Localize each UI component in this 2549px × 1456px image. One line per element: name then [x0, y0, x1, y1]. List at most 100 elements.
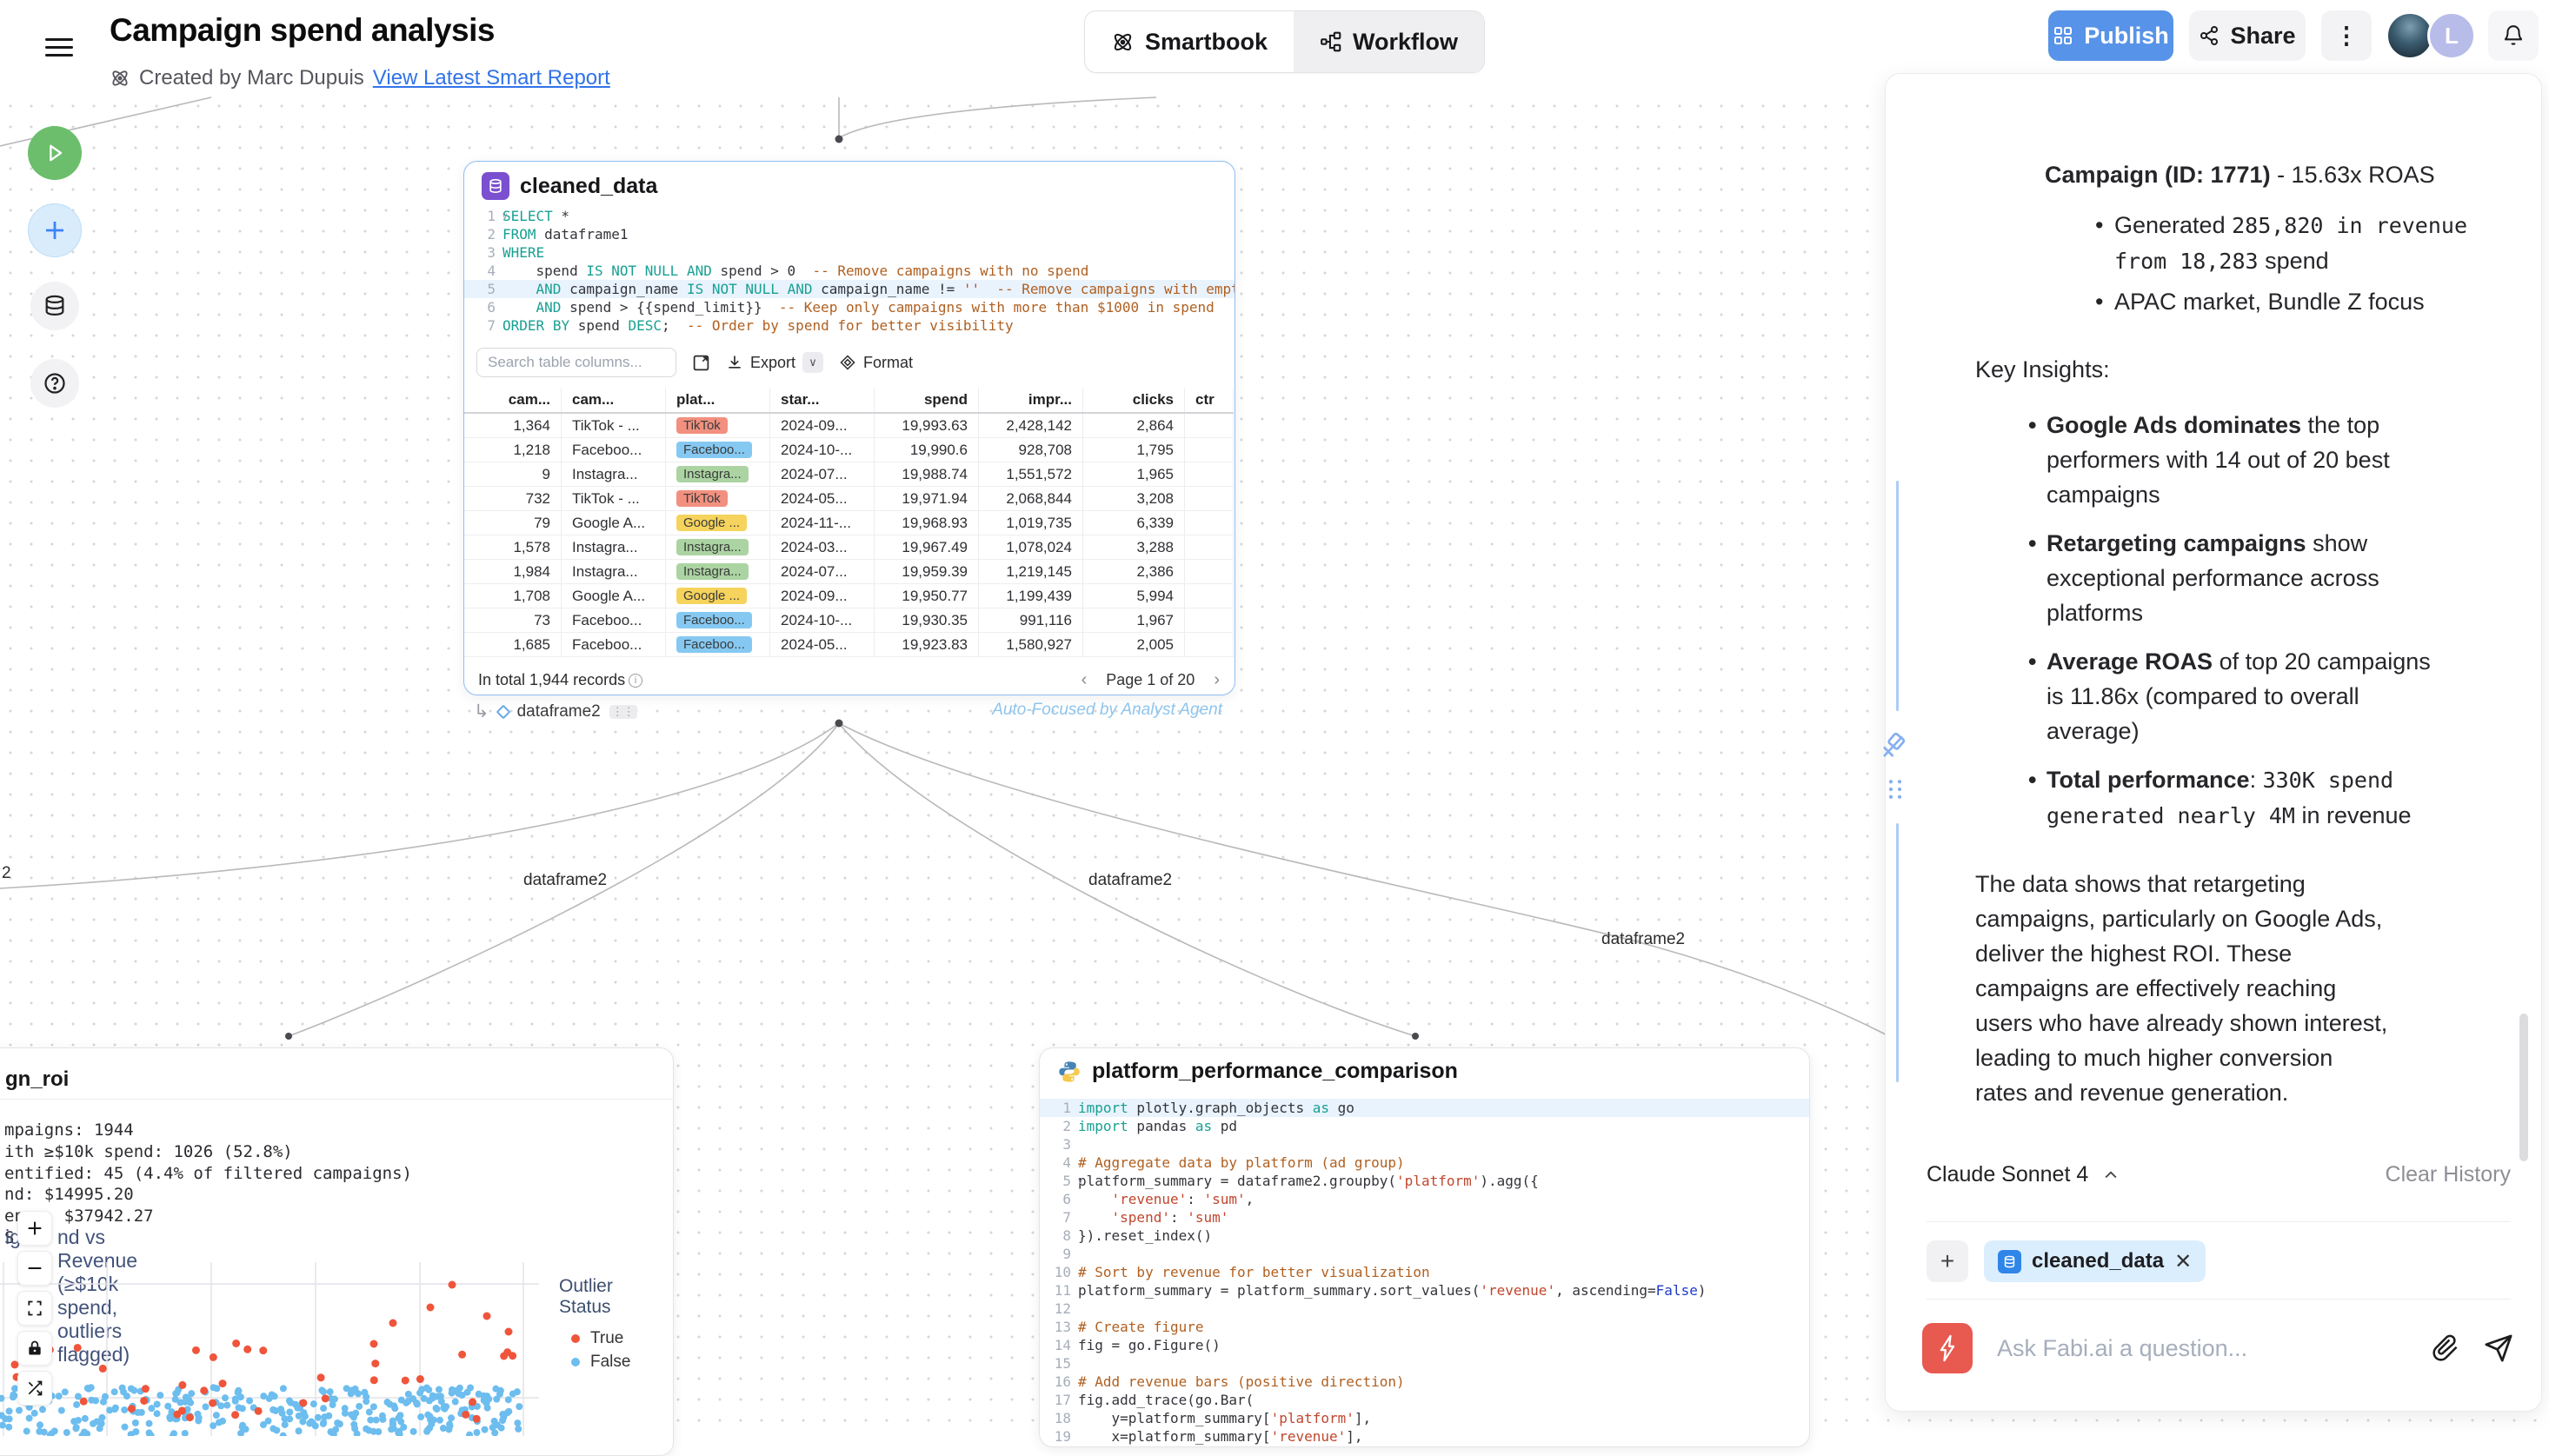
menu-icon[interactable]: [45, 38, 73, 59]
attachment-icon[interactable]: [2432, 1334, 2459, 1362]
code-line[interactable]: 3: [1040, 1135, 1809, 1153]
column-header[interactable]: ctr: [1185, 388, 1234, 412]
code-line[interactable]: 18 y=platform_summary['platform'],: [1040, 1409, 1809, 1427]
code-line[interactable]: 6 AND spend > {{spend_limit}} -- Keep on…: [464, 298, 1235, 316]
code-line[interactable]: 9: [1040, 1245, 1809, 1263]
code-line[interactable]: 1import plotly.graph_objects as go: [1040, 1099, 1809, 1117]
clear-history-button[interactable]: Clear History: [2386, 1162, 2511, 1187]
table-cell: 9: [464, 462, 562, 486]
code-line[interactable]: 14fig = go.Figure(): [1040, 1336, 1809, 1354]
publish-button[interactable]: Publish: [2048, 10, 2173, 61]
table-cell: TikTok: [666, 414, 770, 437]
scatter-point: [473, 1415, 481, 1423]
more-options-button[interactable]: ⋮: [2321, 10, 2372, 61]
code-line[interactable]: 2FROM dataframe1: [464, 225, 1235, 243]
node-cleaned-data[interactable]: cleaned_data 1∨SELECT *2FROM dataframe13…: [463, 161, 1235, 695]
code-line[interactable]: 7ORDER BY spend DESC; -- Order by spend …: [464, 316, 1235, 335]
code-line[interactable]: 5∨platform_summary = dataframe2.groupby(…: [1040, 1172, 1809, 1190]
code-line[interactable]: 15: [1040, 1354, 1809, 1373]
table-cell: 1,019,735: [979, 511, 1083, 535]
code-line[interactable]: 11platform_summary = platform_summary.so…: [1040, 1281, 1809, 1300]
expand-table-button[interactable]: [692, 354, 710, 372]
scatter-point: [70, 1418, 77, 1425]
code-line[interactable]: 16# Add revenue bars (positive direction…: [1040, 1373, 1809, 1391]
column-header[interactable]: cam...: [464, 388, 562, 412]
scatter-point: [299, 1418, 306, 1425]
table-row[interactable]: 1,685Faceboo...Faceboo...2024-05...19,92…: [464, 633, 1234, 657]
node-header[interactable]: platform_performance_comparison: [1057, 1059, 1458, 1084]
column-header[interactable]: spend: [875, 388, 979, 412]
lock-button[interactable]: [17, 1331, 52, 1366]
run-workflow-button[interactable]: [28, 126, 82, 180]
tab-workflow[interactable]: Workflow: [1294, 11, 1484, 72]
share-button[interactable]: Share: [2189, 10, 2306, 61]
send-icon[interactable]: [2484, 1333, 2513, 1363]
table-row[interactable]: 1,218Faceboo...Faceboo...2024-10-...19,9…: [464, 438, 1234, 462]
zoom-out-button[interactable]: [17, 1251, 52, 1286]
zoom-in-button[interactable]: [17, 1211, 52, 1246]
data-sources-button[interactable]: [30, 282, 79, 330]
ask-question-input[interactable]: [1997, 1335, 2407, 1362]
next-page-button[interactable]: ›: [1214, 670, 1220, 690]
shuffle-layout-button[interactable]: [17, 1371, 52, 1406]
table-row[interactable]: 1,708Google A...Google ...2024-09...19,9…: [464, 584, 1234, 608]
unpin-icon[interactable]: [1879, 730, 1910, 761]
code-line[interactable]: 19 x=platform_summary['revenue'],: [1040, 1427, 1809, 1446]
code-line[interactable]: 2import pandas as pd: [1040, 1117, 1809, 1135]
export-options-chevron[interactable]: ∨: [802, 352, 823, 373]
table-row[interactable]: 1,364TikTok - ...TikTok2024-09...19,993.…: [464, 414, 1234, 438]
code-line[interactable]: 4# Aggregate data by platform (ad group): [1040, 1153, 1809, 1172]
table-row[interactable]: 732TikTok - ...TikTok2024-05...19,971.94…: [464, 487, 1234, 511]
table-row[interactable]: 73Faceboo...Faceboo...2024-10-...19,930.…: [464, 608, 1234, 633]
scrollbar-thumb[interactable]: [2519, 1014, 2528, 1161]
table-row[interactable]: 9Instagra...Instagra...2024-07...19,988.…: [464, 462, 1234, 487]
result-table[interactable]: cam...cam...plat...star...spendimpr...cl…: [464, 388, 1234, 657]
add-context-button[interactable]: +: [1927, 1240, 1968, 1282]
code-line[interactable]: 8}).reset_index(): [1040, 1227, 1809, 1245]
column-header[interactable]: impr...: [979, 388, 1083, 412]
code-line[interactable]: 4 spend IS NOT NULL AND spend > 0 -- Rem…: [464, 262, 1235, 280]
platform-badge: Instagra...: [676, 563, 749, 580]
prev-page-button[interactable]: ‹: [1081, 670, 1088, 690]
notifications-button[interactable]: [2488, 10, 2539, 61]
code-line[interactable]: 3WHERE: [464, 243, 1235, 262]
scatter-point: [452, 1399, 459, 1406]
table-row[interactable]: 79Google A...Google ...2024-11-...19,968…: [464, 511, 1234, 535]
table-row[interactable]: 1,984Instagra...Instagra...2024-07...19,…: [464, 560, 1234, 584]
table-row[interactable]: 1,578Instagra...Instagra...2024-03...19,…: [464, 535, 1234, 560]
code-line[interactable]: 17fig.add_trace(go.Bar(: [1040, 1391, 1809, 1409]
code-line[interactable]: 5 AND campaign_name IS NOT NULL AND camp…: [464, 280, 1235, 298]
drag-handle[interactable]: ⋮⋮: [609, 705, 637, 719]
search-input[interactable]: [476, 348, 676, 377]
smart-report-link[interactable]: View Latest Smart Report: [373, 66, 610, 90]
code-line[interactable]: 7 'spend': 'sum': [1040, 1208, 1809, 1227]
column-header[interactable]: clicks: [1083, 388, 1185, 412]
table-cell: Faceboo...: [666, 608, 770, 632]
avatar-initial[interactable]: L: [2427, 11, 2476, 60]
help-button[interactable]: [30, 359, 79, 408]
node-header[interactable]: cleaned_data: [482, 172, 657, 200]
legend-item-false[interactable]: False: [559, 1350, 630, 1373]
tab-smartbook[interactable]: Smartbook: [1085, 11, 1294, 72]
remove-chip-icon[interactable]: ✕: [2174, 1249, 2192, 1274]
context-chip-cleaned-data[interactable]: cleaned_data ✕: [1984, 1240, 2206, 1282]
column-header[interactable]: plat...: [666, 388, 770, 412]
python-editor[interactable]: 1import plotly.graph_objects as go2impor…: [1040, 1099, 1809, 1446]
code-line[interactable]: 13# Create figure: [1040, 1318, 1809, 1336]
export-button[interactable]: Export ∨: [726, 352, 823, 373]
legend-item-true[interactable]: True: [559, 1326, 630, 1350]
code-line[interactable]: 6 'revenue': 'sum',: [1040, 1190, 1809, 1208]
code-line[interactable]: 12: [1040, 1300, 1809, 1318]
sql-editor[interactable]: 1∨SELECT *2FROM dataframe13WHERE4 spend …: [464, 207, 1235, 339]
node-platform-performance-comparison[interactable]: platform_performance_comparison 1import …: [1039, 1047, 1810, 1447]
add-node-button[interactable]: [28, 203, 82, 257]
code-line[interactable]: 1∨SELECT *: [464, 207, 1235, 225]
code-line[interactable]: 10# Sort by revenue for better visualiza…: [1040, 1263, 1809, 1281]
format-button[interactable]: Format: [839, 354, 913, 372]
column-header[interactable]: star...: [770, 388, 875, 412]
model-selector[interactable]: Claude Sonnet 4: [1927, 1162, 2120, 1187]
fit-view-button[interactable]: [17, 1291, 52, 1326]
node-output[interactable]: ↳ dataframe2 ⋮⋮: [474, 701, 637, 722]
column-header[interactable]: cam...: [562, 388, 666, 412]
drag-handle-icon[interactable]: [1882, 776, 1908, 802]
